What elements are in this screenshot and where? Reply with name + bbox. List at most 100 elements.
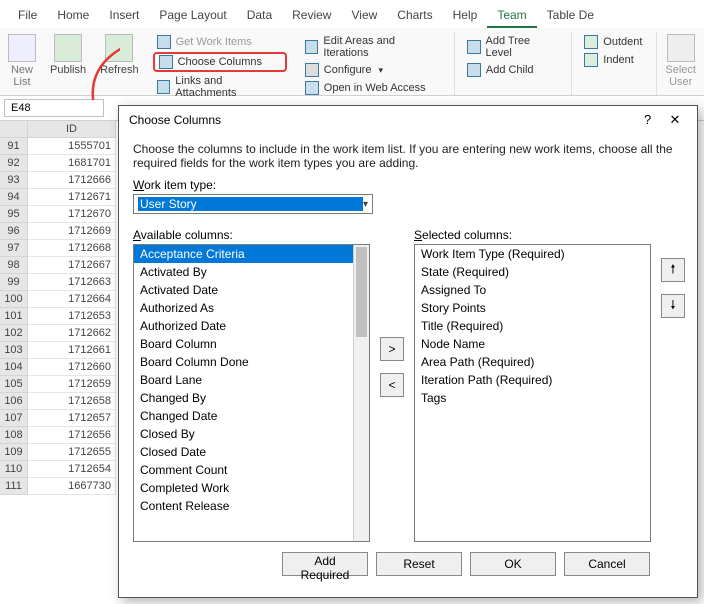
list-item[interactable]: Board Column Done — [134, 353, 369, 371]
tab-review[interactable]: Review — [282, 4, 341, 28]
list-item[interactable]: Content Release — [134, 497, 369, 515]
links-attachments-cmd[interactable]: Links and Attachments — [153, 74, 287, 100]
list-item[interactable]: Closed Date — [134, 443, 369, 461]
available-columns-list[interactable]: Acceptance CriteriaActivated ByActivated… — [133, 244, 370, 542]
list-item[interactable]: Board Lane — [134, 371, 369, 389]
selected-columns-list[interactable]: Work Item Type (Required)State (Required… — [414, 244, 651, 542]
cell-id[interactable]: 1712668 — [28, 240, 116, 257]
list-item[interactable]: Changed By — [134, 389, 369, 407]
row-number[interactable]: 108 — [0, 427, 28, 444]
list-item[interactable]: Activated Date — [134, 281, 369, 299]
cell-id[interactable]: 1712669 — [28, 223, 116, 240]
move-right-button[interactable]: > — [380, 337, 404, 361]
open-web-cmd[interactable]: Open in Web Access — [301, 80, 444, 96]
list-item[interactable]: Board Column — [134, 335, 369, 353]
row-number[interactable]: 109 — [0, 444, 28, 461]
list-item[interactable]: Closed By — [134, 425, 369, 443]
row-number[interactable]: 107 — [0, 410, 28, 427]
move-up-button[interactable]: 🠕 — [661, 258, 685, 282]
cell-id[interactable]: 1712658 — [28, 393, 116, 410]
reset-button[interactable]: Reset — [376, 552, 462, 576]
cell-id[interactable]: 1712657 — [28, 410, 116, 427]
list-item[interactable]: Authorized As — [134, 299, 369, 317]
row-number[interactable]: 91 — [0, 138, 28, 155]
add-required-button[interactable]: Add Required — [282, 552, 368, 576]
cancel-button[interactable]: Cancel — [564, 552, 650, 576]
cell-id[interactable]: 1712661 — [28, 342, 116, 359]
list-item[interactable]: Story Points — [415, 299, 650, 317]
indent-cmd[interactable]: Indent — [580, 52, 646, 68]
cell-id[interactable]: 1712664 — [28, 291, 116, 308]
row-number[interactable]: 102 — [0, 325, 28, 342]
tab-file[interactable]: File — [8, 4, 47, 28]
tab-data[interactable]: Data — [237, 4, 282, 28]
tab-home[interactable]: Home — [47, 4, 99, 28]
name-box[interactable]: E48 — [4, 99, 104, 117]
tab-charts[interactable]: Charts — [387, 4, 442, 28]
cell-id[interactable]: 1681701 — [28, 155, 116, 172]
row-number[interactable]: 99 — [0, 274, 28, 291]
list-item[interactable]: Authorized Date — [134, 317, 369, 335]
row-number[interactable]: 100 — [0, 291, 28, 308]
list-item[interactable]: Tags — [415, 389, 650, 407]
add-tree-level-cmd[interactable]: Add Tree Level — [463, 34, 561, 60]
ok-button[interactable]: OK — [470, 552, 556, 576]
row-number[interactable]: 105 — [0, 376, 28, 393]
list-item[interactable]: Node Name — [415, 335, 650, 353]
cell-id[interactable]: 1667730 — [28, 478, 116, 495]
cell-id[interactable]: 1712656 — [28, 427, 116, 444]
work-item-type-combo[interactable]: User Story▾ — [133, 194, 373, 214]
row-number[interactable]: 97 — [0, 240, 28, 257]
list-item[interactable]: Area Path (Required) — [415, 353, 650, 371]
list-item[interactable]: Work Item Type (Required) — [415, 245, 650, 263]
choose-columns-cmd[interactable]: Choose Columns — [153, 52, 287, 72]
row-number[interactable]: 104 — [0, 359, 28, 376]
tab-help[interactable]: Help — [443, 4, 488, 28]
cell-id[interactable]: 1712655 — [28, 444, 116, 461]
row-number[interactable]: 93 — [0, 172, 28, 189]
cell-id[interactable]: 1712666 — [28, 172, 116, 189]
tab-team[interactable]: Team — [487, 4, 536, 28]
row-number[interactable]: 111 — [0, 478, 28, 495]
scrollbar[interactable] — [353, 245, 369, 541]
row-number[interactable]: 101 — [0, 308, 28, 325]
row-number[interactable]: 94 — [0, 189, 28, 206]
add-child-cmd[interactable]: Add Child — [463, 62, 561, 78]
new-list-button[interactable]: New List — [4, 32, 40, 95]
row-number[interactable]: 95 — [0, 206, 28, 223]
cell-id[interactable]: 1712660 — [28, 359, 116, 376]
cell-id[interactable]: 1712663 — [28, 274, 116, 291]
list-item[interactable]: Comment Count — [134, 461, 369, 479]
list-item[interactable]: Title (Required) — [415, 317, 650, 335]
cell-id[interactable]: 1712653 — [28, 308, 116, 325]
tab-table-de[interactable]: Table De — [537, 4, 604, 28]
row-number[interactable]: 96 — [0, 223, 28, 240]
cell-id[interactable]: 1712671 — [28, 189, 116, 206]
get-work-items-cmd[interactable]: Get Work Items — [153, 34, 287, 50]
row-number[interactable]: 106 — [0, 393, 28, 410]
row-number[interactable]: 110 — [0, 461, 28, 478]
cell-id[interactable]: 1712659 — [28, 376, 116, 393]
list-item[interactable]: Completed Work — [134, 479, 369, 497]
list-item[interactable]: Assigned To — [415, 281, 650, 299]
row-number[interactable]: 103 — [0, 342, 28, 359]
close-button[interactable]: ✕ — [663, 112, 687, 128]
list-item[interactable]: Activated By — [134, 263, 369, 281]
list-item[interactable]: Changed Date — [134, 407, 369, 425]
configure-cmd[interactable]: Configure▾ — [301, 62, 444, 78]
list-item[interactable]: State (Required) — [415, 263, 650, 281]
list-item[interactable]: Acceptance Criteria — [134, 245, 369, 263]
move-down-button[interactable]: 🠗 — [661, 294, 685, 318]
select-user-button[interactable]: Select User — [656, 32, 700, 95]
cell-id[interactable]: 1712662 — [28, 325, 116, 342]
list-item[interactable]: Iteration Path (Required) — [415, 371, 650, 389]
cell-id[interactable]: 1712667 — [28, 257, 116, 274]
cell-id[interactable]: 1712670 — [28, 206, 116, 223]
row-number[interactable]: 98 — [0, 257, 28, 274]
edit-areas-cmd[interactable]: Edit Areas and Iterations — [301, 34, 444, 60]
move-left-button[interactable]: < — [380, 373, 404, 397]
cell-id[interactable]: 1555701 — [28, 138, 116, 155]
outdent-cmd[interactable]: Outdent — [580, 34, 646, 50]
tab-page-layout[interactable]: Page Layout — [149, 4, 236, 28]
tab-insert[interactable]: Insert — [99, 4, 149, 28]
